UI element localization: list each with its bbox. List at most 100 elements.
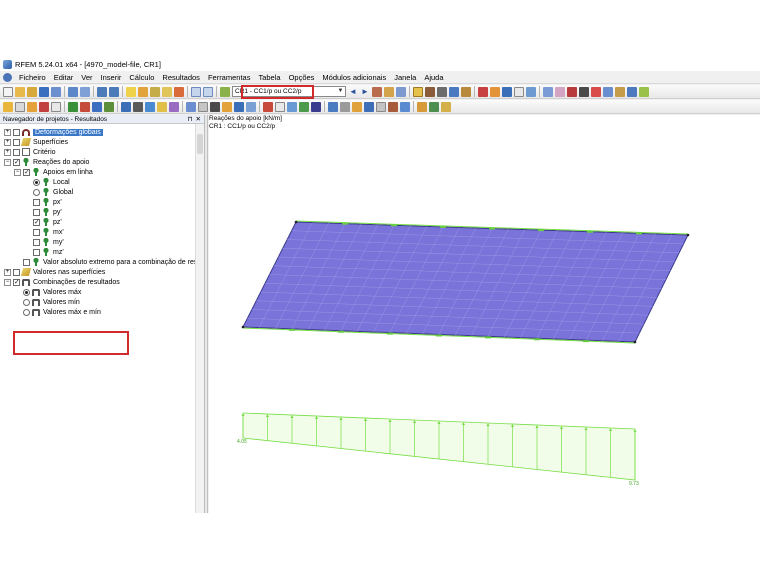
panel-icon[interactable] <box>203 86 213 97</box>
collapse-icon[interactable]: − <box>14 168 21 176</box>
menu-editar[interactable]: Editar <box>50 73 78 82</box>
calc-icon[interactable] <box>138 86 148 97</box>
side-view-icon[interactable] <box>234 101 244 112</box>
open-recent-icon[interactable] <box>27 86 37 97</box>
checkbox[interactable] <box>33 218 40 226</box>
solid-icon[interactable] <box>461 86 471 97</box>
checkbox[interactable] <box>13 148 20 156</box>
tree-item-valores-min[interactable]: Valores mín <box>0 297 196 307</box>
delete-icon[interactable] <box>567 86 577 97</box>
checkbox[interactable] <box>13 138 20 146</box>
snap-icon[interactable] <box>579 86 589 97</box>
iso-view-icon[interactable] <box>246 101 256 112</box>
collapse-icon[interactable]: − <box>4 278 11 286</box>
previous-arrow-icon[interactable]: ◄ <box>348 87 358 97</box>
radio-valores-max[interactable] <box>23 288 30 296</box>
divide-icon[interactable] <box>169 101 179 112</box>
chevron-down-icon[interactable]: ▼ <box>337 88 344 95</box>
radio-local[interactable] <box>33 178 40 186</box>
tree-item-reacoes-apoio[interactable]: − Reações do apoio <box>0 157 196 167</box>
mirror-icon[interactable] <box>145 101 155 112</box>
checkbox[interactable] <box>33 198 40 206</box>
navigator-scrollbar[interactable] <box>195 124 204 513</box>
panel-splitter[interactable] <box>205 115 208 513</box>
tree-item-valores-max[interactable]: Valores máx <box>0 287 196 297</box>
tree-item-deformacoes[interactable]: + Deformações globais <box>0 127 196 137</box>
filter-icon[interactable] <box>490 86 500 97</box>
undo-icon[interactable] <box>97 86 107 97</box>
menu-inserir[interactable]: Inserir <box>97 73 126 82</box>
load-case-select[interactable]: CR1 - CC1/p ou CC2/p ▼ <box>232 86 346 97</box>
radio-valores-max-min[interactable] <box>23 308 30 316</box>
guide-line-icon[interactable] <box>287 101 297 112</box>
tool-settings-icon[interactable] <box>441 101 451 112</box>
tree-item-my[interactable]: my' <box>0 237 196 247</box>
report-icon[interactable] <box>162 86 172 97</box>
save-icon[interactable] <box>39 86 49 97</box>
support-icon[interactable] <box>68 101 78 112</box>
perspective-icon[interactable] <box>364 101 374 112</box>
numbering-icon[interactable] <box>340 101 350 112</box>
radio-valores-min[interactable] <box>23 298 30 306</box>
tree-item-superficies[interactable]: + Superfícies <box>0 137 196 147</box>
checkbox[interactable] <box>13 158 20 166</box>
color-scale-icon[interactable] <box>502 86 512 97</box>
select-icon[interactable] <box>27 101 37 112</box>
check-icon[interactable] <box>429 101 439 112</box>
menu-opcoes[interactable]: Opções <box>285 73 319 82</box>
checkbox[interactable] <box>33 248 40 256</box>
print-graphic-icon[interactable] <box>80 86 90 97</box>
tree-item-mx[interactable]: mx' <box>0 227 196 237</box>
dimension-icon[interactable] <box>263 101 273 112</box>
menu-ajuda[interactable]: Ajuda <box>420 73 447 82</box>
animation-icon[interactable] <box>478 86 488 97</box>
tree-item-apoios-linha[interactable]: − Apoios em linha <box>0 167 196 177</box>
checkbox[interactable] <box>33 238 40 246</box>
new-file-icon[interactable] <box>3 86 13 97</box>
line-icon[interactable] <box>15 101 25 112</box>
checkbox[interactable] <box>13 278 20 286</box>
tree-item-px[interactable]: px' <box>0 197 196 207</box>
export-icon[interactable] <box>417 101 427 112</box>
close-icon[interactable]: ✕ <box>196 115 201 123</box>
redo-icon[interactable] <box>109 86 119 97</box>
info-icon[interactable] <box>627 86 637 97</box>
move-icon[interactable] <box>121 101 131 112</box>
display-icon[interactable] <box>328 101 338 112</box>
values-icon[interactable] <box>384 86 394 97</box>
checkbox[interactable] <box>23 258 30 266</box>
deformation-icon[interactable] <box>396 86 406 97</box>
menu-ficheiro[interactable]: Ficheiro <box>15 73 50 82</box>
scrollbar-thumb[interactable] <box>197 134 203 154</box>
model-canvas[interactable]: 4.05 9.73 <box>209 115 760 513</box>
menu-tabela[interactable]: Tabela <box>254 73 284 82</box>
render-icon[interactable] <box>555 86 565 97</box>
tree-item-py[interactable]: py' <box>0 207 196 217</box>
visibility-icon[interactable] <box>299 101 309 112</box>
tool-icon[interactable] <box>174 86 184 97</box>
axis-icon[interactable] <box>39 101 49 112</box>
checkbox[interactable] <box>13 128 20 136</box>
measure-icon[interactable] <box>615 86 625 97</box>
print-icon[interactable] <box>68 86 78 97</box>
wireframe-icon[interactable] <box>198 101 208 112</box>
tree-item-valor-absoluto[interactable]: Valor absoluto extremo para a combinação… <box>0 257 201 267</box>
menu-ver[interactable]: Ver <box>77 73 96 82</box>
section-cut-icon[interactable] <box>311 101 321 112</box>
menu-calculo[interactable]: Cálculo <box>125 73 158 82</box>
tree-item-local[interactable]: Local <box>0 177 196 187</box>
surface-icon[interactable] <box>449 86 459 97</box>
front-view-icon[interactable] <box>222 101 232 112</box>
lighting-icon[interactable] <box>352 101 362 112</box>
zoom-icon[interactable] <box>526 86 536 97</box>
load-case-icon[interactable] <box>220 86 230 97</box>
legend-icon[interactable] <box>400 101 410 112</box>
checkbox[interactable] <box>13 268 20 276</box>
rotate-icon[interactable] <box>133 101 143 112</box>
cs-icon[interactable] <box>51 101 61 112</box>
collapse-icon[interactable]: − <box>4 158 11 166</box>
top-view-icon[interactable] <box>210 101 220 112</box>
member-icon[interactable] <box>437 86 447 97</box>
scale-icon[interactable] <box>514 86 524 97</box>
menu-janela[interactable]: Janela <box>390 73 420 82</box>
